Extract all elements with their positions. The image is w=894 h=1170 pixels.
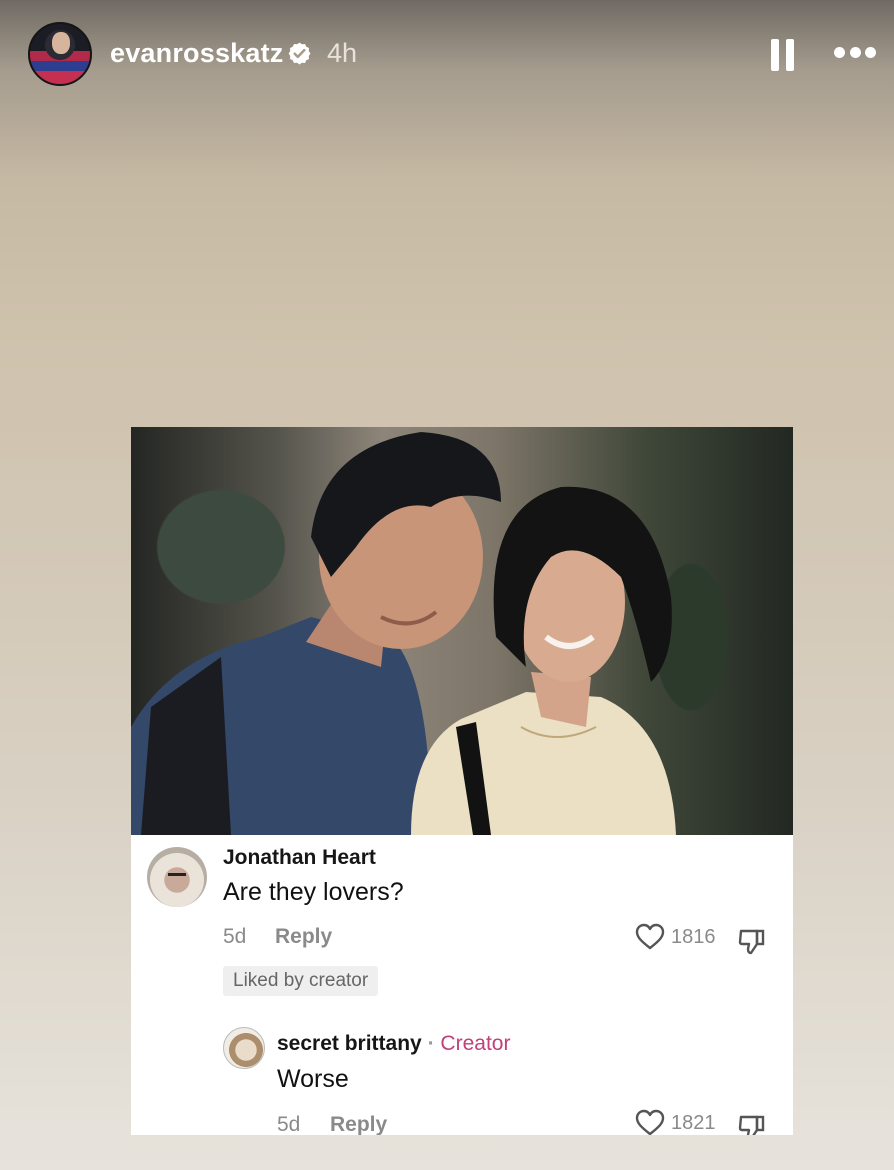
photo-illustration — [131, 432, 676, 835]
reply-text: Worse — [277, 1065, 349, 1093]
post-photo — [131, 427, 793, 835]
dot-icon — [865, 47, 876, 58]
like-button[interactable]: 1816 — [635, 923, 716, 951]
heart-icon — [635, 923, 665, 950]
comment-author[interactable]: Jonathan Heart — [223, 846, 376, 870]
comment-text: Are they lovers? — [223, 878, 404, 906]
pause-bar-icon — [786, 39, 794, 71]
shared-post-card[interactable]: Jonathan Heart Are they lovers? 5d Reply… — [131, 427, 793, 1135]
dot-icon — [834, 47, 845, 58]
story-header: evanrosskatz 4h — [0, 0, 894, 110]
comment-item: Jonathan Heart Are they lovers? 5d Reply… — [131, 835, 793, 1015]
commenter-avatar[interactable] — [147, 847, 207, 907]
dislike-icon[interactable] — [737, 927, 767, 957]
liked-by-creator-badge: Liked by creator — [223, 966, 379, 996]
creator-badge: Creator — [440, 1032, 511, 1055]
reply-author-avatar[interactable] — [223, 1027, 265, 1069]
reply-button[interactable]: Reply — [275, 925, 332, 949]
more-options-button[interactable] — [834, 47, 876, 61]
separator: · — [427, 1032, 435, 1055]
reply-author-line: secret brittany · Creator — [277, 1032, 510, 1056]
pause-button[interactable] — [771, 39, 795, 71]
story-username[interactable]: evanrosskatz — [110, 38, 284, 69]
profile-avatar[interactable] — [28, 22, 92, 86]
reply-author-name[interactable]: secret brittany — [277, 1032, 422, 1055]
dislike-icon[interactable] — [737, 1113, 767, 1135]
story-timestamp: 4h — [327, 38, 358, 68]
pause-bar-icon — [771, 39, 779, 71]
verified-badge-icon — [288, 42, 311, 65]
like-button[interactable]: 1821 — [635, 1109, 716, 1135]
dot-icon — [849, 47, 861, 58]
like-count: 1821 — [671, 1111, 716, 1134]
heart-icon — [635, 1109, 665, 1135]
reply-comment-item: secret brittany · Creator Worse 5d Reply… — [131, 1017, 793, 1135]
comment-age: 5d — [223, 925, 247, 948]
reply-button[interactable]: Reply — [330, 1113, 387, 1135]
reply-age: 5d — [277, 1113, 301, 1135]
like-count: 1816 — [671, 925, 716, 948]
